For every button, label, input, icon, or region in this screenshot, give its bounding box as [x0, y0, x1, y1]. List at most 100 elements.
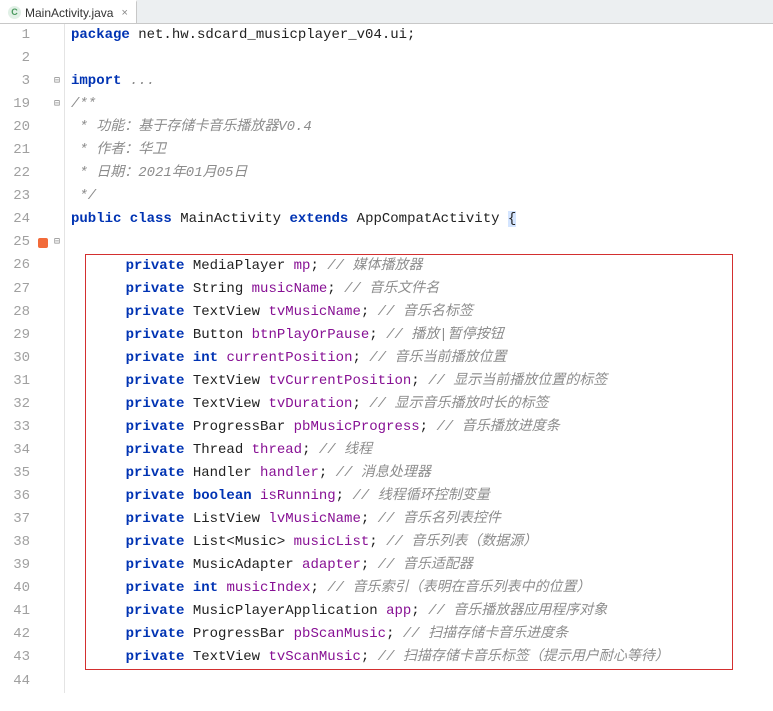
code-line[interactable]: 32 private TextView tvDuration; // 显示音乐播… [0, 393, 773, 416]
code-line[interactable]: 42 private ProgressBar pbScanMusic; // 扫… [0, 623, 773, 646]
fold-gutter[interactable] [50, 116, 64, 139]
code-line[interactable]: 27 private String musicName; // 音乐文件名 [0, 278, 773, 301]
fold-gutter[interactable] [50, 347, 64, 370]
fold-gutter[interactable] [50, 370, 64, 393]
bookmark-gutter[interactable] [36, 577, 50, 600]
code-content[interactable]: private int currentPosition; // 音乐当前播放位置 [85, 347, 733, 370]
bookmark-gutter[interactable] [36, 324, 50, 347]
code-line[interactable]: 38 private List<Music> musicList; // 音乐列… [0, 531, 773, 554]
code-content[interactable]: public class MainActivity extends AppCom… [65, 208, 773, 231]
bookmark-gutter[interactable] [36, 393, 50, 416]
code-line[interactable]: 19⊟/** [0, 93, 773, 116]
bookmark-gutter[interactable] [36, 24, 50, 47]
code-line[interactable]: 21 * 作者：华卫 [0, 139, 773, 162]
code-content[interactable]: private String musicName; // 音乐文件名 [85, 278, 733, 301]
code-content[interactable]: package net.hw.sdcard_musicplayer_v04.ui… [65, 24, 773, 47]
bookmark-gutter[interactable] [36, 485, 50, 508]
code-line[interactable]: 40 private int musicIndex; // 音乐索引（表明在音乐… [0, 577, 773, 600]
fold-gutter[interactable] [50, 554, 64, 577]
fold-gutter[interactable] [50, 393, 64, 416]
fold-gutter[interactable] [50, 208, 64, 231]
code-line[interactable]: 3⊟import ... [0, 70, 773, 93]
bookmark-gutter[interactable] [36, 208, 50, 231]
code-content[interactable]: import ... [65, 70, 773, 93]
close-icon[interactable]: × [121, 7, 127, 19]
bookmark-gutter[interactable] [36, 139, 50, 162]
fold-gutter[interactable] [50, 416, 64, 439]
fold-gutter[interactable] [50, 439, 64, 462]
code-content[interactable]: private List<Music> musicList; // 音乐列表（数… [85, 531, 733, 554]
code-content[interactable]: * 功能：基于存储卡音乐播放器V0.4 [65, 116, 773, 139]
code-line[interactable]: 23 */ [0, 185, 773, 208]
bookmark-gutter[interactable] [36, 231, 50, 254]
code-content[interactable] [65, 47, 773, 70]
bookmark-gutter[interactable] [36, 370, 50, 393]
bookmark-gutter[interactable] [36, 162, 50, 185]
code-content[interactable]: private TextView tvCurrentPosition; // 显… [85, 370, 733, 393]
fold-minus-icon[interactable]: ⊟ [50, 93, 64, 116]
fold-gutter[interactable] [50, 485, 64, 508]
bookmark-gutter[interactable] [36, 254, 50, 278]
fold-gutter[interactable] [50, 185, 64, 208]
code-content[interactable]: * 作者：华卫 [65, 139, 773, 162]
fold-gutter[interactable] [50, 600, 64, 623]
bookmark-gutter[interactable] [36, 646, 50, 670]
bookmark-gutter[interactable] [36, 508, 50, 531]
code-content[interactable]: * 日期：2021年01月05日 [65, 162, 773, 185]
fold-gutter[interactable] [50, 508, 64, 531]
code-content[interactable]: private boolean isRunning; // 线程循环控制变量 [85, 485, 733, 508]
code-content[interactable]: /** [65, 93, 773, 116]
fold-minus-icon[interactable]: ⊟ [50, 70, 64, 93]
code-line[interactable]: 30 private int currentPosition; // 音乐当前播… [0, 347, 773, 370]
bookmark-gutter[interactable] [36, 93, 50, 116]
code-line[interactable]: 33 private ProgressBar pbMusicProgress; … [0, 416, 773, 439]
code-content[interactable]: private int musicIndex; // 音乐索引（表明在音乐列表中… [85, 577, 733, 600]
code-content[interactable] [65, 231, 773, 254]
fold-minus-icon[interactable]: ⊟ [50, 231, 64, 254]
code-content[interactable]: private ListView lvMusicName; // 音乐名列表控件 [85, 508, 733, 531]
bookmark-gutter[interactable] [36, 600, 50, 623]
bookmark-gutter[interactable] [36, 116, 50, 139]
fold-gutter[interactable] [50, 47, 64, 70]
code-line[interactable]: 28 private TextView tvMusicName; // 音乐名标… [0, 301, 773, 324]
code-line[interactable]: 20 * 功能：基于存储卡音乐播放器V0.4 [0, 116, 773, 139]
code-line[interactable]: 25⊟ [0, 231, 773, 254]
bookmark-gutter[interactable] [36, 185, 50, 208]
code-content[interactable]: private ProgressBar pbMusicProgress; // … [85, 416, 733, 439]
bookmark-gutter[interactable] [36, 623, 50, 646]
bookmark-gutter[interactable] [36, 301, 50, 324]
bookmark-gutter[interactable] [36, 416, 50, 439]
fold-gutter[interactable] [50, 646, 64, 670]
code-content[interactable]: */ [65, 185, 773, 208]
code-line[interactable]: 36 private boolean isRunning; // 线程循环控制变… [0, 485, 773, 508]
code-content[interactable]: private TextView tvDuration; // 显示音乐播放时长… [85, 393, 733, 416]
fold-gutter[interactable] [50, 577, 64, 600]
code-content[interactable]: private MediaPlayer mp; // 媒体播放器 [85, 254, 733, 278]
fold-gutter[interactable] [50, 324, 64, 347]
fold-gutter[interactable] [50, 623, 64, 646]
code-line[interactable]: 37 private ListView lvMusicName; // 音乐名列… [0, 508, 773, 531]
fold-gutter[interactable] [50, 139, 64, 162]
bookmark-gutter[interactable] [36, 278, 50, 301]
code-line[interactable]: 34 private Thread thread; // 线程 [0, 439, 773, 462]
bookmark-gutter[interactable] [36, 462, 50, 485]
bookmark-gutter[interactable] [36, 70, 50, 93]
bookmark-gutter[interactable] [36, 439, 50, 462]
code-line[interactable]: 44 [0, 670, 773, 693]
code-content[interactable]: private Handler handler; // 消息处理器 [85, 462, 733, 485]
fold-gutter[interactable] [50, 462, 64, 485]
bookmark-gutter[interactable] [36, 554, 50, 577]
code-line[interactable]: 43 private TextView tvScanMusic; // 扫描存储… [0, 646, 773, 670]
bookmark-gutter[interactable] [36, 347, 50, 370]
code-line[interactable]: 24public class MainActivity extends AppC… [0, 208, 773, 231]
fold-gutter[interactable] [50, 24, 64, 47]
bookmark-gutter[interactable] [36, 670, 50, 693]
code-line[interactable]: 35 private Handler handler; // 消息处理器 [0, 462, 773, 485]
code-content[interactable]: private TextView tvMusicName; // 音乐名标签 [85, 301, 733, 324]
code-line[interactable]: 31 private TextView tvCurrentPosition; /… [0, 370, 773, 393]
code-content[interactable]: private Button btnPlayOrPause; // 播放|暂停按… [85, 324, 733, 347]
code-line[interactable]: 22 * 日期：2021年01月05日 [0, 162, 773, 185]
bookmark-gutter[interactable] [36, 531, 50, 554]
file-tab[interactable]: C MainActivity.java × [0, 0, 137, 23]
code-line[interactable]: 41 private MusicPlayerApplication app; /… [0, 600, 773, 623]
